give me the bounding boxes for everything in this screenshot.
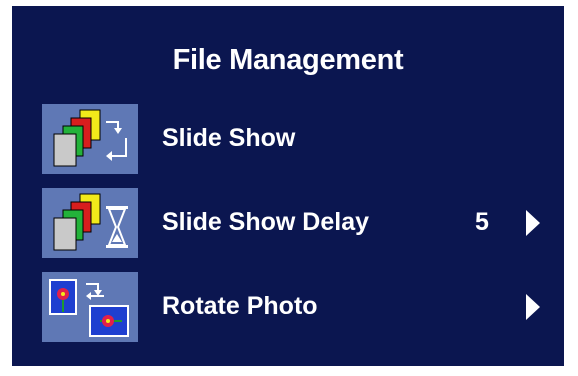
menu-item-rotate-photo[interactable]: Rotate Photo bbox=[42, 272, 562, 342]
menu-item-slide-show[interactable]: Slide Show bbox=[42, 104, 562, 174]
rotate-photo-icon bbox=[42, 272, 138, 342]
chevron-right-icon[interactable] bbox=[526, 210, 540, 236]
slideshow-delay-hourglass-icon bbox=[42, 188, 138, 258]
slideshow-icon bbox=[42, 104, 138, 174]
osd-menu-panel: File Management Slide Show Slide Show De… bbox=[12, 6, 564, 366]
menu-item-slide-show-delay[interactable]: Slide Show Delay 5 bbox=[42, 188, 562, 258]
delay-value: 5 bbox=[475, 208, 489, 236]
menu-title: File Management bbox=[172, 44, 404, 76]
menu-item-label: Slide Show Delay bbox=[162, 208, 370, 236]
menu-item-label: Slide Show bbox=[162, 124, 296, 152]
chevron-right-icon[interactable] bbox=[526, 294, 540, 320]
menu-item-label: Rotate Photo bbox=[162, 292, 318, 320]
